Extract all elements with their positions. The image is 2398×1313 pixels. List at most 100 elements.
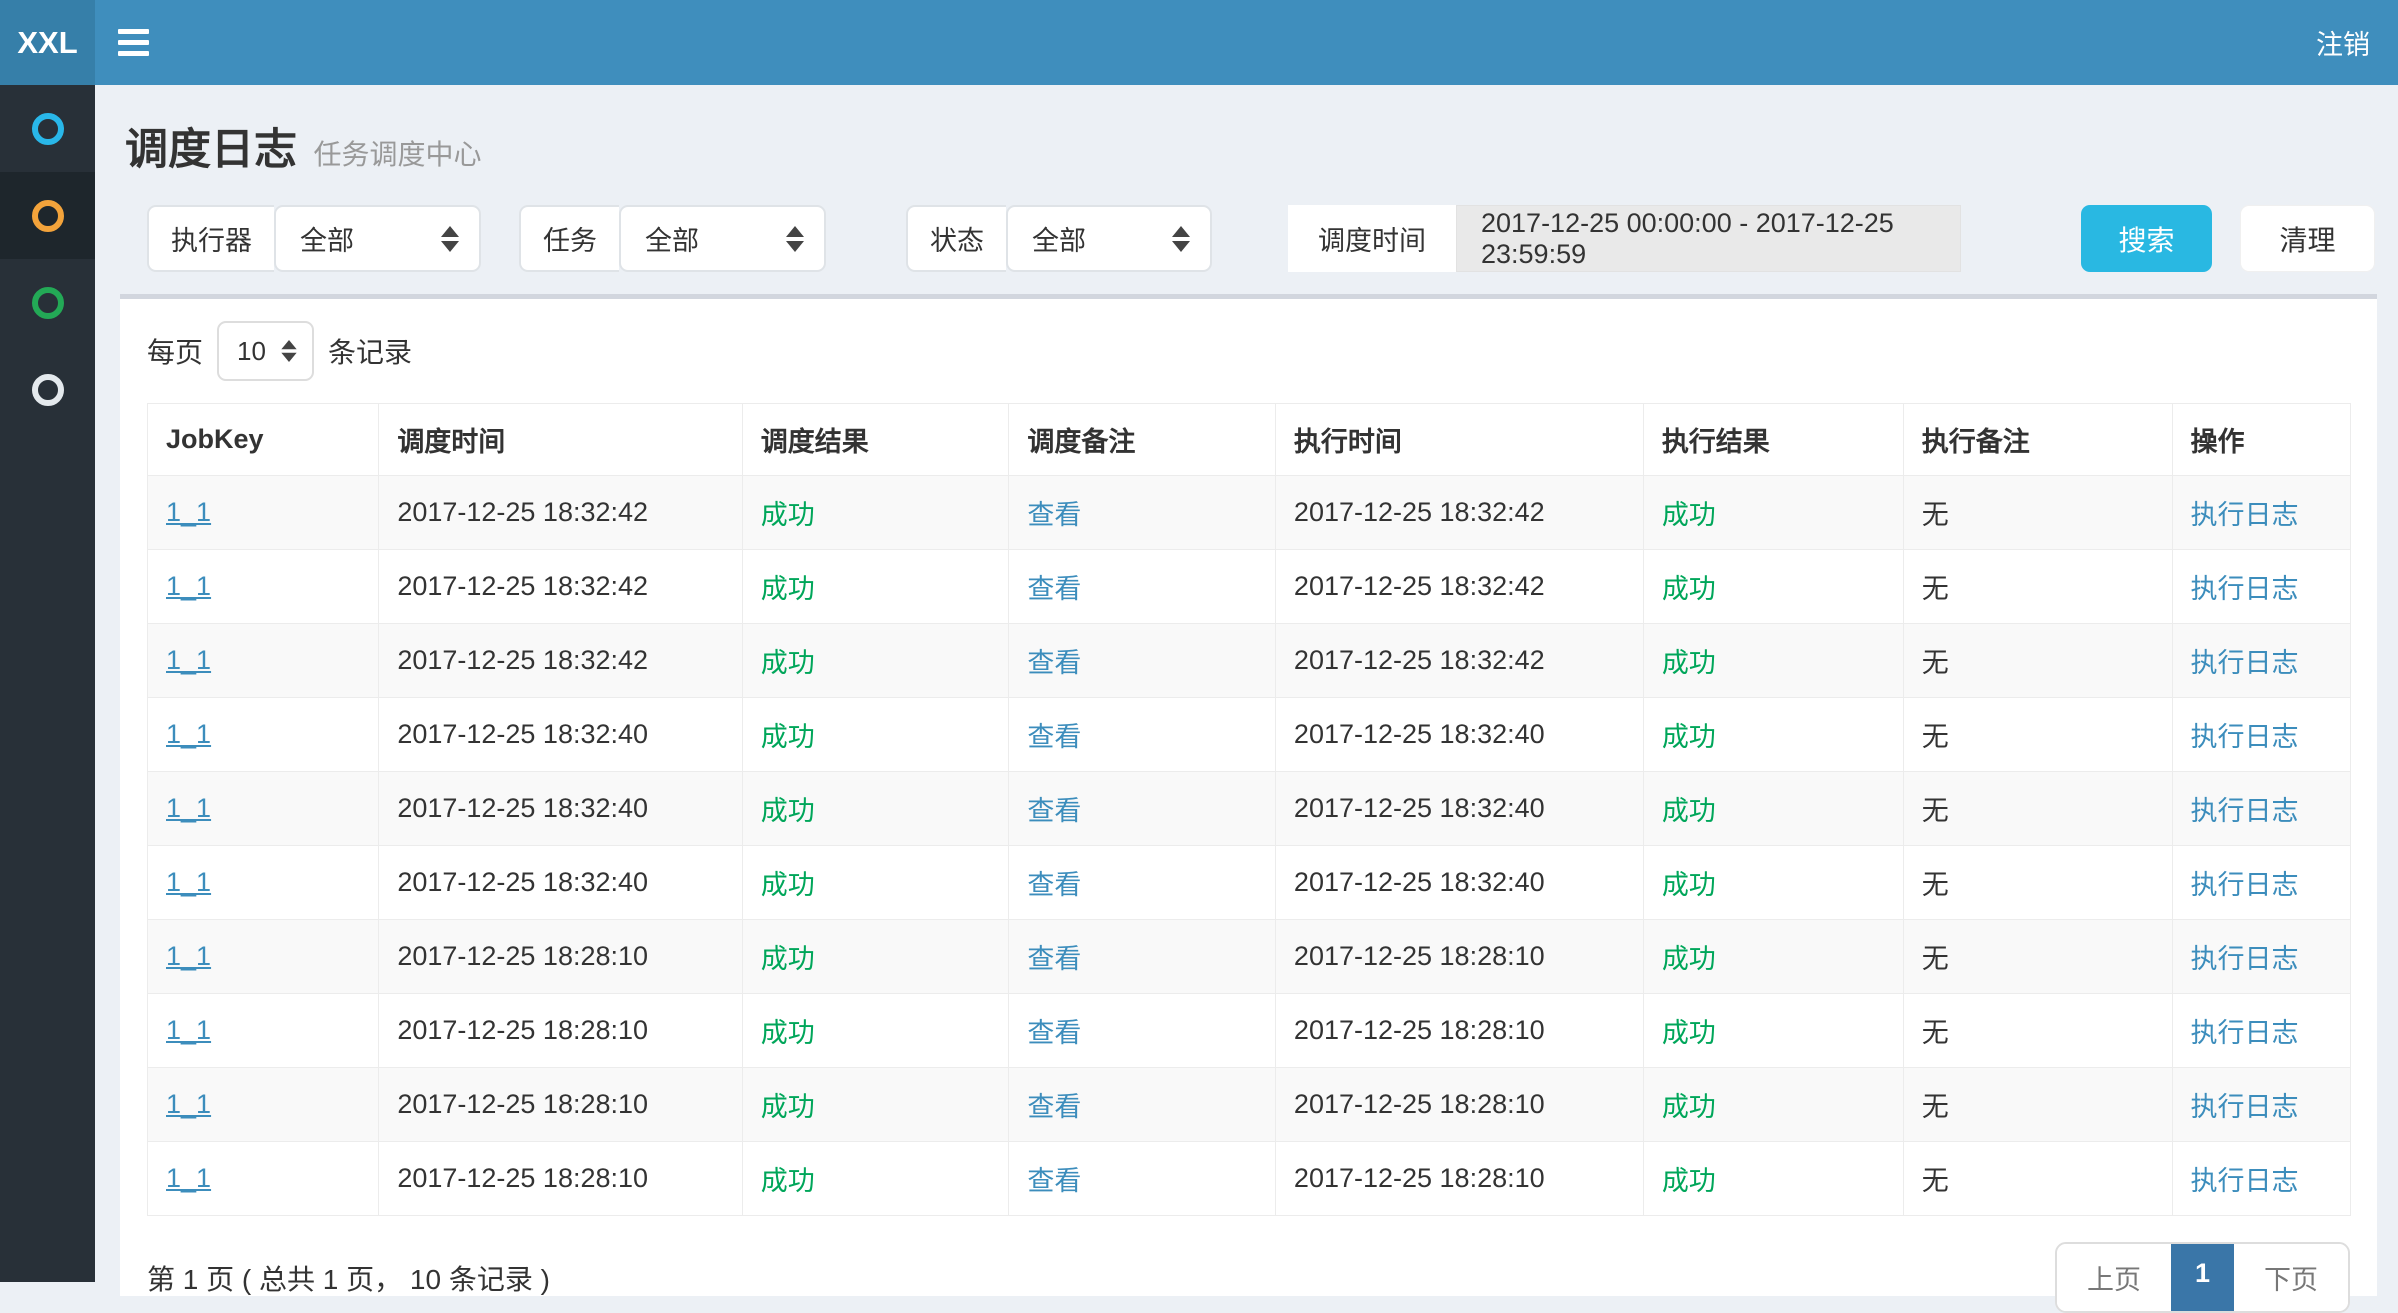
sidebar-toggle-button[interactable] — [95, 0, 171, 85]
trigger-result-cell: 成功 — [742, 624, 1009, 698]
executor-filter-group: 执行器 全部 — [147, 205, 481, 272]
sidebar-nav-item-1[interactable] — [0, 85, 95, 172]
view-trigger-msg-link[interactable]: 查看 — [1027, 574, 1081, 604]
select-caret-icon — [786, 226, 804, 252]
jobkey-link[interactable]: 1_1 — [166, 941, 211, 971]
table-row: 1_1 2017-12-25 18:32:40 成功 查看 2017-12-25… — [148, 698, 2351, 772]
jobkey-link[interactable]: 1_1 — [166, 497, 211, 527]
execution-log-link[interactable]: 执行日志 — [2191, 648, 2299, 678]
handle-result-cell: 成功 — [1643, 624, 1903, 698]
view-trigger-msg-link[interactable]: 查看 — [1027, 722, 1081, 752]
trigger-msg-cell: 查看 — [1009, 550, 1276, 624]
trigger-time-cell: 2017-12-25 18:28:10 — [379, 920, 742, 994]
view-trigger-msg-link[interactable]: 查看 — [1027, 870, 1081, 900]
handle-msg-cell: 无 — [1903, 476, 2172, 550]
status-filter-label: 状态 — [906, 205, 1006, 272]
trigger-time-cell: 2017-12-25 18:32:40 — [379, 698, 742, 772]
executor-filter-label: 执行器 — [147, 205, 274, 272]
trigger-result-cell: 成功 — [742, 920, 1009, 994]
handle-result-cell: 成功 — [1643, 920, 1903, 994]
column-header-trigger-time: 调度时间 — [379, 404, 742, 476]
view-trigger-msg-link[interactable]: 查看 — [1027, 648, 1081, 678]
action-cell: 执行日志 — [2172, 772, 2350, 846]
execution-log-link[interactable]: 执行日志 — [2191, 944, 2299, 974]
view-trigger-msg-link[interactable]: 查看 — [1027, 796, 1081, 826]
view-trigger-msg-link[interactable]: 查看 — [1027, 1092, 1081, 1122]
jobkey-link[interactable]: 1_1 — [166, 793, 211, 823]
jobkey-link[interactable]: 1_1 — [166, 1015, 211, 1045]
handle-msg-cell: 无 — [1903, 698, 2172, 772]
execution-log-link[interactable]: 执行日志 — [2191, 500, 2299, 530]
handle-time-cell: 2017-12-25 18:28:10 — [1275, 1068, 1643, 1142]
table-row: 1_1 2017-12-25 18:32:40 成功 查看 2017-12-25… — [148, 846, 2351, 920]
column-header-handle-time: 执行时间 — [1275, 404, 1643, 476]
trigger-time-cell: 2017-12-25 18:28:10 — [379, 1068, 742, 1142]
table-row: 1_1 2017-12-25 18:28:10 成功 查看 2017-12-25… — [148, 994, 2351, 1068]
table-row: 1_1 2017-12-25 18:32:42 成功 查看 2017-12-25… — [148, 624, 2351, 698]
trigger-msg-cell: 查看 — [1009, 846, 1276, 920]
trigger-msg-cell: 查看 — [1009, 698, 1276, 772]
circle-icon — [32, 113, 64, 145]
jobkey-cell: 1_1 — [148, 550, 379, 624]
execution-log-link[interactable]: 执行日志 — [2191, 1018, 2299, 1048]
view-trigger-msg-link[interactable]: 查看 — [1027, 500, 1081, 530]
jobkey-link[interactable]: 1_1 — [166, 867, 211, 897]
job-filter-group: 任务 全部 — [519, 205, 826, 272]
executor-filter-select[interactable]: 全部 — [274, 205, 481, 272]
status-filter-select[interactable]: 全部 — [1006, 205, 1212, 272]
handle-result-cell: 成功 — [1643, 772, 1903, 846]
trigger-time-cell: 2017-12-25 18:32:42 — [379, 550, 742, 624]
page-size-suffix-label: 条记录 — [328, 331, 412, 371]
jobkey-link[interactable]: 1_1 — [166, 571, 211, 601]
action-cell: 执行日志 — [2172, 994, 2350, 1068]
view-trigger-msg-link[interactable]: 查看 — [1027, 1166, 1081, 1196]
execution-log-link[interactable]: 执行日志 — [2191, 722, 2299, 752]
content-header: 调度日志 任务调度中心 — [95, 85, 2398, 183]
app-logo[interactable]: XXL — [0, 0, 95, 85]
handle-result-cell: 成功 — [1643, 994, 1903, 1068]
prev-page-button[interactable]: 上页 — [2057, 1244, 2171, 1311]
action-cell: 执行日志 — [2172, 476, 2350, 550]
clear-button[interactable]: 清理 — [2240, 205, 2375, 272]
handle-time-cell: 2017-12-25 18:32:40 — [1275, 772, 1643, 846]
execution-log-link[interactable]: 执行日志 — [2191, 796, 2299, 826]
handle-msg-cell: 无 — [1903, 772, 2172, 846]
logout-link[interactable]: 注销 — [2288, 23, 2398, 62]
trigger-time-cell: 2017-12-25 18:28:10 — [379, 994, 742, 1068]
page-size-control: 每页 10 条记录 — [120, 299, 2377, 381]
handle-time-cell: 2017-12-25 18:28:10 — [1275, 994, 1643, 1068]
handle-msg-cell: 无 — [1903, 920, 2172, 994]
execution-log-link[interactable]: 执行日志 — [2191, 1166, 2299, 1196]
trigger-result-cell: 成功 — [742, 846, 1009, 920]
jobkey-link[interactable]: 1_1 — [166, 1089, 211, 1119]
job-filter-select[interactable]: 全部 — [619, 205, 826, 272]
table-header: JobKey 调度时间 调度结果 调度备注 执行时间 执行结果 执行备注 操作 — [148, 404, 2351, 476]
column-header-handle-msg: 执行备注 — [1903, 404, 2172, 476]
action-cell: 执行日志 — [2172, 1068, 2350, 1142]
handle-msg-cell: 无 — [1903, 1142, 2172, 1216]
handle-time-cell: 2017-12-25 18:28:10 — [1275, 1142, 1643, 1216]
jobkey-cell: 1_1 — [148, 1068, 379, 1142]
next-page-button[interactable]: 下页 — [2234, 1244, 2348, 1311]
current-page-button[interactable]: 1 — [2171, 1244, 2234, 1311]
trigger-result-cell: 成功 — [742, 698, 1009, 772]
jobkey-cell: 1_1 — [148, 846, 379, 920]
jobkey-link[interactable]: 1_1 — [166, 645, 211, 675]
view-trigger-msg-link[interactable]: 查看 — [1027, 944, 1081, 974]
page-size-prefix-label: 每页 — [147, 331, 203, 371]
execution-log-link[interactable]: 执行日志 — [2191, 1092, 2299, 1122]
jobkey-link[interactable]: 1_1 — [166, 719, 211, 749]
view-trigger-msg-link[interactable]: 查看 — [1027, 1018, 1081, 1048]
sidebar-nav-item-3[interactable] — [0, 259, 95, 346]
sidebar-nav-item-4[interactable] — [0, 346, 95, 433]
page-size-select[interactable]: 10 — [217, 321, 314, 381]
search-button[interactable]: 搜索 — [2081, 205, 2212, 272]
trigger-msg-cell: 查看 — [1009, 1142, 1276, 1216]
jobkey-link[interactable]: 1_1 — [166, 1163, 211, 1193]
table-row: 1_1 2017-12-25 18:32:42 成功 查看 2017-12-25… — [148, 476, 2351, 550]
sidebar-nav-item-2[interactable] — [0, 172, 95, 259]
execution-log-link[interactable]: 执行日志 — [2191, 870, 2299, 900]
time-range-input[interactable]: 2017-12-25 00:00:00 - 2017-12-25 23:59:5… — [1456, 205, 1961, 272]
column-header-jobkey: JobKey — [148, 404, 379, 476]
execution-log-link[interactable]: 执行日志 — [2191, 574, 2299, 604]
